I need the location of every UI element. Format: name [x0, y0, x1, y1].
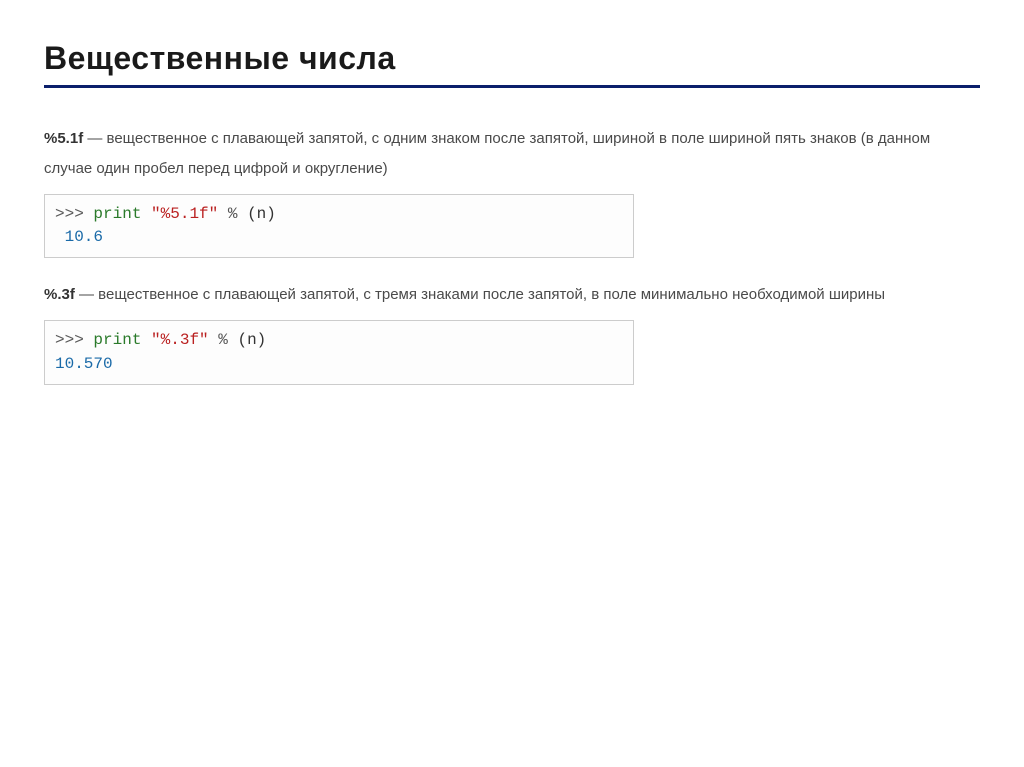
code-block-2: >>> print "%.3f" % (n) 10.570 — [44, 320, 634, 384]
section2-description: %.3f — вещественное с плавающей запятой,… — [44, 280, 980, 310]
page-title: Вещественные числа — [44, 40, 980, 77]
section1-description-text: — вещественное с плавающей запятой, с од… — [44, 130, 930, 177]
section2-format-code: %.3f — [44, 286, 75, 303]
code1-output: 10.6 — [55, 228, 103, 246]
code2-space2 — [209, 331, 219, 349]
code2-string-literal: "%.3f" — [151, 331, 209, 349]
code2-operator: % — [218, 331, 228, 349]
code1-print-keyword: print — [93, 205, 141, 223]
title-divider — [44, 85, 980, 88]
code1-space2 — [218, 205, 228, 223]
code1-space — [141, 205, 151, 223]
section2-description-text: — вещественное с плавающей запятой, с тр… — [75, 286, 885, 303]
code2-print-keyword: print — [93, 331, 141, 349]
slide-container: Вещественные числа %5.1f — вещественное … — [0, 0, 1024, 447]
code2-output: 10.570 — [55, 355, 113, 373]
code2-space — [141, 331, 151, 349]
code-block-1: >>> print "%5.1f" % (n) 10.6 — [44, 194, 634, 258]
code1-args: (n) — [247, 205, 276, 223]
code2-prompt: >>> — [55, 331, 93, 349]
section1-description: %5.1f — вещественное с плавающей запятой… — [44, 124, 980, 184]
code1-space3 — [237, 205, 247, 223]
code1-prompt: >>> — [55, 205, 93, 223]
section1-format-code: %5.1f — [44, 130, 83, 147]
code2-args: (n) — [237, 331, 266, 349]
code1-string-literal: "%5.1f" — [151, 205, 218, 223]
